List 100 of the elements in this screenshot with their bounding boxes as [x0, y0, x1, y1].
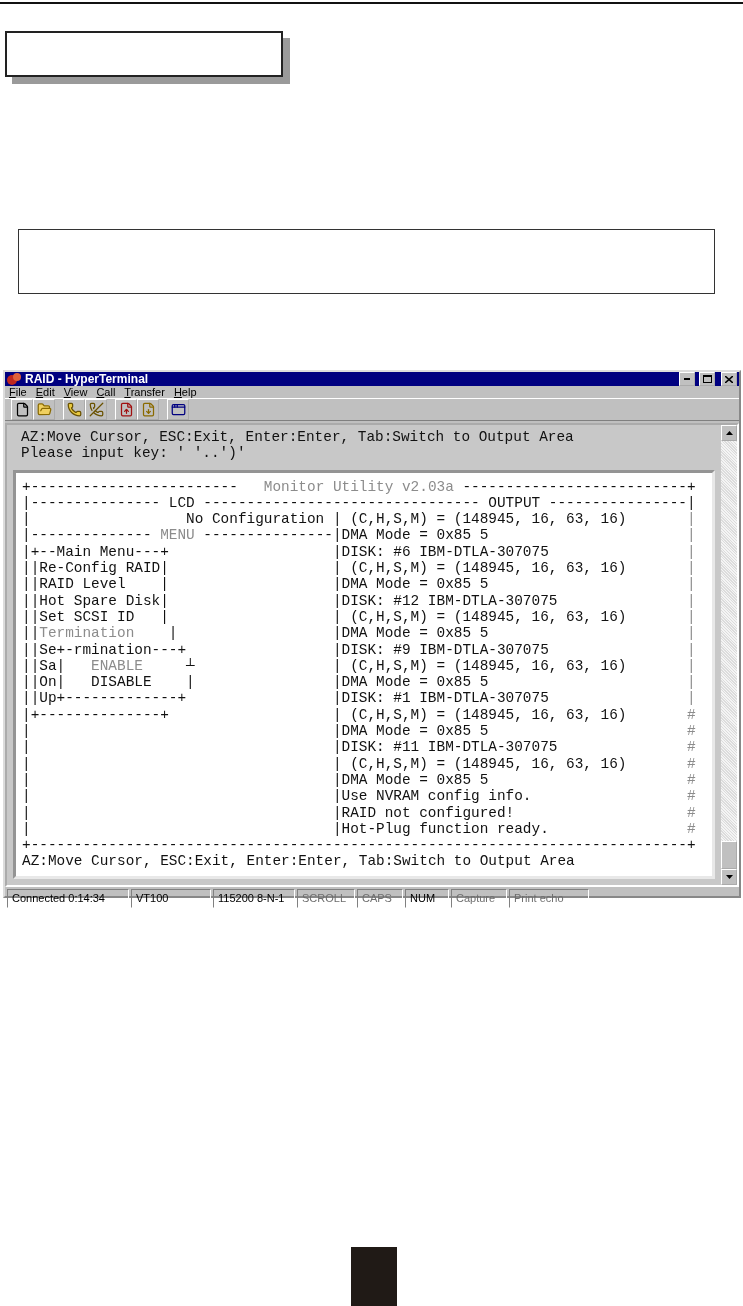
scroll-up-button[interactable] [721, 425, 737, 441]
terminal-text: || [22, 625, 40, 642]
terminal-text: ┴ [185, 657, 195, 675]
toolbar-button[interactable] [85, 399, 107, 420]
border-mark: | [686, 641, 696, 658]
border-mark: | [686, 560, 696, 577]
close-icon [725, 375, 733, 383]
terminal-text: |DISK: #12 IBM-DTLA-307075 [332, 592, 558, 609]
terminal-text: Please input key: ' '..')' [20, 445, 247, 462]
terminal-text: | [22, 771, 31, 789]
folder-icon [36, 402, 52, 417]
toolbar-button[interactable] [11, 399, 33, 420]
scroll-thumb[interactable] [721, 840, 737, 869]
terminal-text: |-------------- [22, 527, 153, 544]
terminal-text: | (C,H,S,M) = (148945, 16, 63, 16) [332, 608, 627, 626]
minimize-button[interactable] [679, 372, 695, 386]
border-mark: | [686, 543, 696, 561]
terminal-text: |DMA Mode = 0x85 5 [332, 625, 489, 642]
border-mark: # [686, 739, 696, 756]
terminal-text: AZ:Move Cursor, ESC:Exit, Enter:Enter, Tab:Switch to Output Area [22, 853, 575, 870]
terminal-text: | [22, 755, 31, 772]
terminal-text: |DISK: #6 IBM-DTLA-307075 [332, 543, 549, 561]
file-down-icon [140, 402, 156, 417]
terminal-text: |DMA Mode = 0x85 5 [332, 576, 489, 593]
terminal-text: +----------------------------------------------------------------------------+ [22, 837, 696, 854]
terminal-text: --------------------------+ [461, 478, 696, 495]
window-title: RAID - HyperTerminal [25, 372, 150, 386]
terminal-text: | (C,H,S,M) = (148945, 16, 63, 16) [332, 560, 627, 577]
border-mark: | [686, 674, 696, 691]
menu-item[interactable]: Transfer [124, 386, 165, 398]
terminal-text: Monitor Utility v2.03a [263, 478, 454, 495]
border-mark: | [686, 576, 696, 593]
terminal-text: |Use NVRAM config info. [332, 788, 532, 805]
phone-icon [66, 402, 82, 417]
terminal-text: | [22, 723, 31, 740]
menu-item[interactable]: Help [173, 386, 197, 398]
border-mark: # [686, 771, 696, 789]
terminal-text: | (C,H,S,M) = (148945, 16, 63, 16) [332, 755, 627, 772]
terminal-text: | (C,H,S,M) = (148945, 16, 63, 16) [332, 657, 627, 675]
terminal-text: | (C,H,S,M) = (148945, 16, 63, 16) [332, 706, 627, 724]
border-mark: | [686, 592, 696, 609]
terminal-text: | [22, 820, 31, 838]
terminal-text: | [22, 804, 31, 821]
terminal-text: ||Se+-rmination---+ [22, 641, 187, 658]
file-up-icon [118, 402, 134, 417]
border-mark: # [686, 788, 696, 805]
menu-item[interactable]: Call [96, 386, 116, 398]
menu-item[interactable]: Edit [35, 386, 55, 398]
terminal-text: |DMA Mode = 0x85 5 [332, 674, 489, 691]
status-pane: Connected 0:14:34 [7, 888, 129, 908]
terminal-text: |+--------------+ [22, 706, 169, 724]
terminal-text: | No Configuration [22, 511, 326, 528]
minimize-icon [684, 378, 690, 380]
terminal-text: MENU [160, 527, 195, 544]
terminal-text: +------------------------ [22, 478, 239, 495]
border-mark: # [686, 755, 696, 772]
terminal-text: ||On| DISABLE | [22, 674, 195, 691]
border-mark: | [686, 625, 696, 642]
close-button[interactable] [721, 372, 737, 386]
border-mark: # [686, 706, 696, 724]
terminal-text: | [22, 788, 31, 805]
terminal-text: |--------------- LCD -------------------------------- OUTPUT ----------------| [22, 494, 696, 512]
terminal-text: | (C,H,S,M) = (148945, 16, 63, 16) [332, 511, 627, 528]
status-pane: 115200 8-N-1 [213, 888, 295, 908]
border-mark: | [686, 511, 696, 528]
terminal-text: ||Up+-------------+ [22, 690, 187, 707]
terminal-text: |DISK: #1 IBM-DTLA-307075 [332, 690, 549, 707]
terminal-text: ||Sa| [22, 657, 67, 675]
menu-item[interactable]: File [9, 386, 27, 398]
terminal-text: ||Hot Spare Disk| [22, 592, 169, 609]
border-mark: | [686, 608, 696, 626]
terminal-text: |RAID not configured! [332, 804, 515, 821]
terminal-text: ENABLE [91, 657, 143, 675]
border-mark: # [686, 820, 696, 838]
terminal-text: ||Set SCSI ID | [22, 608, 169, 626]
terminal-text: |DISK: #11 IBM-DTLA-307075 [332, 739, 558, 756]
scrollbar[interactable] [721, 425, 737, 885]
toolbar-button[interactable] [63, 399, 85, 420]
toolbar-button[interactable] [115, 399, 137, 420]
status-pane: VT100 [131, 888, 211, 908]
menu-item[interactable]: View [63, 386, 88, 398]
toolbar-button[interactable] [167, 399, 189, 420]
terminal-text: |+--Main Menu---+ [22, 543, 169, 561]
properties-icon [170, 402, 186, 417]
maximize-button[interactable] [699, 372, 715, 386]
border-mark: # [686, 723, 696, 740]
terminal-text: Termination [39, 625, 135, 642]
status-pane: NUM [405, 888, 449, 908]
document-icon [14, 402, 30, 417]
terminal-text: | [167, 625, 178, 642]
up-arrow-icon [725, 431, 733, 435]
terminal-text: | [22, 739, 31, 756]
maximize-icon [702, 375, 712, 383]
phone-off-icon [88, 402, 104, 417]
terminal-text: AZ:Move Cursor, ESC:Exit, Enter:Enter, Tab:Switch to Output Area [20, 429, 575, 446]
terminal-text: --------------- [202, 527, 333, 544]
terminal-text: |DISK: #9 IBM-DTLA-307075 [332, 641, 549, 658]
border-mark: | [686, 527, 696, 544]
terminal-text: |DMA Mode = 0x85 5 [332, 771, 489, 789]
border-mark: # [686, 804, 696, 821]
